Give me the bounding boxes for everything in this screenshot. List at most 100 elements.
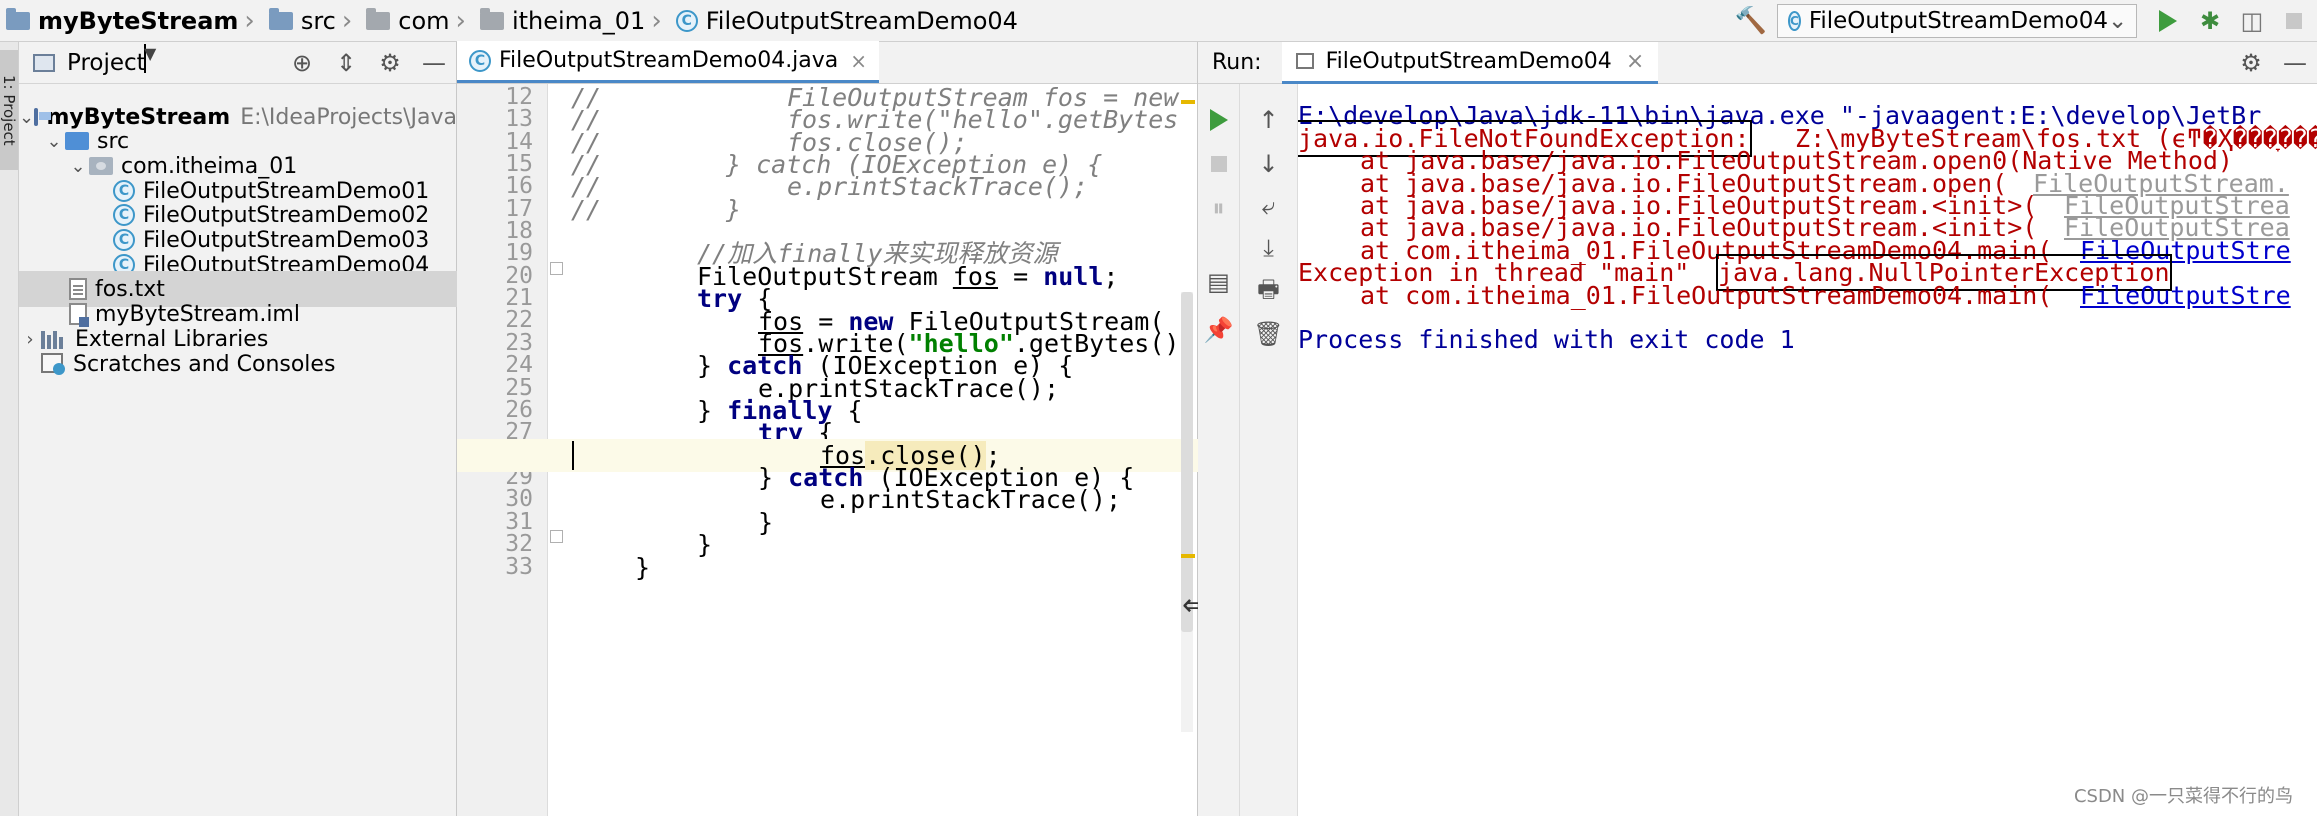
run-tab[interactable]: FileOutputStreamDemo04 × bbox=[1281, 41, 1659, 84]
comment-marker: // bbox=[571, 195, 602, 224]
chevron-right-icon: › bbox=[244, 5, 255, 36]
run-toolbar: ⏸ ▤ 📌 bbox=[1198, 84, 1240, 816]
warning-marker[interactable] bbox=[1181, 100, 1195, 104]
pin-button[interactable]: 📌 bbox=[1198, 312, 1239, 348]
chevron-right-icon: › bbox=[341, 5, 353, 36]
scroll-to-end-icon: ⤓ bbox=[1263, 234, 1274, 262]
printer-icon: 🖶 bbox=[1257, 274, 1280, 303]
pin-icon: 📌 bbox=[1203, 316, 1234, 344]
code-token: } bbox=[635, 553, 651, 582]
run-configuration-select[interactable]: C FileOutputStreamDemo04 ⌄ bbox=[1777, 4, 2137, 38]
breadcrumb-class-label: FileOutputStreamDemo04 bbox=[705, 6, 1018, 35]
rerun-button[interactable] bbox=[1198, 102, 1239, 138]
run-configuration-label: FileOutputStreamDemo04 bbox=[1808, 8, 2109, 34]
console-text: Process finished with exit code 1 bbox=[1298, 325, 1795, 354]
layout-icon: ▤ bbox=[1207, 268, 1230, 296]
run-panel-header: Run: FileOutputStreamDemo04 × ⚙ — bbox=[1198, 41, 2317, 84]
restore-layout-button[interactable]: ▤ bbox=[1198, 264, 1239, 300]
watermark-text: CSDN @一只菜得不行的鸟 bbox=[2073, 786, 2293, 807]
coverage-button[interactable]: ◫ bbox=[2233, 4, 2271, 38]
editor-tab[interactable]: C FileOutputStreamDemo04.java × bbox=[457, 41, 880, 83]
project-panel-tools: ⊕ ⇕ ⚙ — bbox=[280, 49, 456, 77]
gear-icon[interactable]: ⚙ bbox=[368, 49, 412, 77]
minimize-icon[interactable]: — bbox=[412, 49, 456, 77]
java-class-icon: C bbox=[469, 49, 491, 72]
build-hammer-icon[interactable]: 🔨 bbox=[1735, 6, 1767, 36]
project-panel: Project ▼ ⊕ ⇕ ⚙ — ⌄ myByteStream E:\Idea… bbox=[19, 42, 457, 816]
scroll-to-end-button[interactable]: ⤓ bbox=[1240, 230, 1297, 266]
console-toolbar: ↑ ↓ ⤶ ⤓ 🖶 🗑 bbox=[1240, 84, 1298, 816]
stop-icon bbox=[1210, 156, 1227, 172]
gear-icon[interactable]: ⚙ bbox=[2229, 49, 2273, 77]
arrow-up-icon: ↑ bbox=[1258, 106, 1279, 134]
breadcrumb-src-label: src bbox=[300, 6, 336, 35]
java-class-icon: C bbox=[675, 9, 698, 32]
editor-scrollbar[interactable] bbox=[1181, 292, 1193, 732]
pause-icon: ⏸ bbox=[1212, 194, 1225, 222]
project-view-icon bbox=[33, 53, 55, 72]
comment-text: } bbox=[726, 195, 742, 224]
coverage-icon: ◫ bbox=[2240, 7, 2264, 35]
scroll-down-button[interactable]: ↓ bbox=[1240, 146, 1297, 182]
project-panel-header: Project ▼ ⊕ ⇕ ⚙ — bbox=[19, 42, 456, 84]
minimize-icon[interactable]: — bbox=[2273, 49, 2317, 77]
print-button[interactable]: 🖶 bbox=[1240, 274, 1297, 310]
package-folder-icon bbox=[366, 7, 391, 30]
chevron-right-icon: › bbox=[455, 5, 466, 36]
console-text: at com.itheima_01.FileOutputStreamDemo04… bbox=[1360, 281, 2053, 310]
stop-button[interactable] bbox=[2275, 4, 2313, 38]
debug-button[interactable]: ✱ bbox=[2191, 4, 2229, 38]
stop-button[interactable] bbox=[1198, 146, 1239, 182]
chevron-down-icon: ⌄ bbox=[2108, 8, 2128, 34]
pause-button[interactable]: ⏸ bbox=[1198, 190, 1239, 226]
chevron-down-icon[interactable]: ▼ bbox=[144, 44, 156, 73]
run-tab-label: FileOutputStreamDemo04 bbox=[1325, 48, 1612, 74]
source-folder-icon bbox=[268, 7, 293, 30]
breadcrumb-class[interactable]: C FileOutputStreamDemo04 bbox=[670, 0, 1018, 42]
run-panel-tools: ⚙ — bbox=[2229, 49, 2317, 77]
tree-item-label: Scratches and Consoles bbox=[73, 351, 336, 377]
code-editor: C FileOutputStreamDemo04.java × 12 13 14… bbox=[457, 41, 1198, 816]
collapse-all-icon[interactable]: ⇕ bbox=[324, 49, 368, 77]
soft-wrap-button[interactable]: ⤶ bbox=[1240, 188, 1297, 224]
scrollbar-thumb[interactable] bbox=[1181, 292, 1193, 632]
breadcrumb-project[interactable]: myByteStream › bbox=[0, 0, 263, 42]
run-panel: Run: FileOutputStreamDemo04 × ⚙ — ⏸ ▤ 📌 … bbox=[1198, 41, 2317, 816]
tree-item-scratches[interactable]: Scratches and Consoles bbox=[19, 346, 457, 382]
close-icon[interactable]: × bbox=[1626, 49, 1644, 74]
project-panel-title[interactable]: Project bbox=[67, 50, 146, 76]
breadcrumb-src[interactable]: src › bbox=[263, 0, 360, 42]
java-class-icon: C bbox=[1788, 11, 1801, 31]
trash-icon: 🗑 bbox=[1253, 320, 1284, 348]
breadcrumb-package-label: itheima_01 bbox=[511, 6, 646, 35]
run-panel-label: Run: bbox=[1212, 50, 1262, 75]
chevron-right-icon: › bbox=[651, 5, 662, 36]
console-line: Process finished with exit code 1 bbox=[1298, 323, 1795, 356]
breadcrumb-project-label: myByteStream bbox=[38, 6, 239, 35]
breadcrumb-package[interactable]: itheima_01 › bbox=[474, 0, 670, 42]
stack-trace-link[interactable]: FileOutputStre bbox=[2080, 279, 2291, 312]
bug-icon: ✱ bbox=[2199, 7, 2221, 35]
console-line: at com.itheima_01.FileOutputStreamDemo04… bbox=[1298, 279, 2291, 312]
play-icon bbox=[2159, 10, 2177, 32]
warning-marker[interactable] bbox=[1181, 554, 1195, 558]
soft-wrap-icon: ⤶ bbox=[1261, 192, 1276, 220]
editor-tab-label: FileOutputStreamDemo04.java bbox=[499, 48, 839, 73]
breadcrumb-com[interactable]: com › bbox=[360, 0, 474, 42]
locate-icon[interactable]: ⊕ bbox=[280, 49, 324, 77]
editor-tab-bar: C FileOutputStreamDemo04.java × bbox=[457, 41, 1197, 84]
stop-icon bbox=[2286, 13, 2302, 29]
package-folder-icon bbox=[479, 7, 504, 30]
code-line: // } bbox=[457, 193, 1198, 226]
run-button[interactable] bbox=[2149, 4, 2187, 38]
arrow-down-icon: ↓ bbox=[1258, 150, 1279, 178]
scroll-up-button[interactable]: ↑ bbox=[1240, 102, 1297, 138]
project-tool-tab[interactable]: 1: Project bbox=[0, 50, 18, 170]
close-icon[interactable]: × bbox=[850, 49, 867, 73]
scratches-icon bbox=[41, 353, 65, 375]
console-output[interactable]: E:\develop\Java\jdk-11\bin\java.exe "-ja… bbox=[1298, 84, 2317, 816]
clear-console-button[interactable]: 🗑 bbox=[1240, 316, 1297, 352]
navbar-toolbar: 🔨 C FileOutputStreamDemo04 ⌄ ✱ ◫ bbox=[1735, 0, 2317, 42]
code-line: } bbox=[457, 551, 1198, 584]
console-icon bbox=[1295, 53, 1314, 69]
